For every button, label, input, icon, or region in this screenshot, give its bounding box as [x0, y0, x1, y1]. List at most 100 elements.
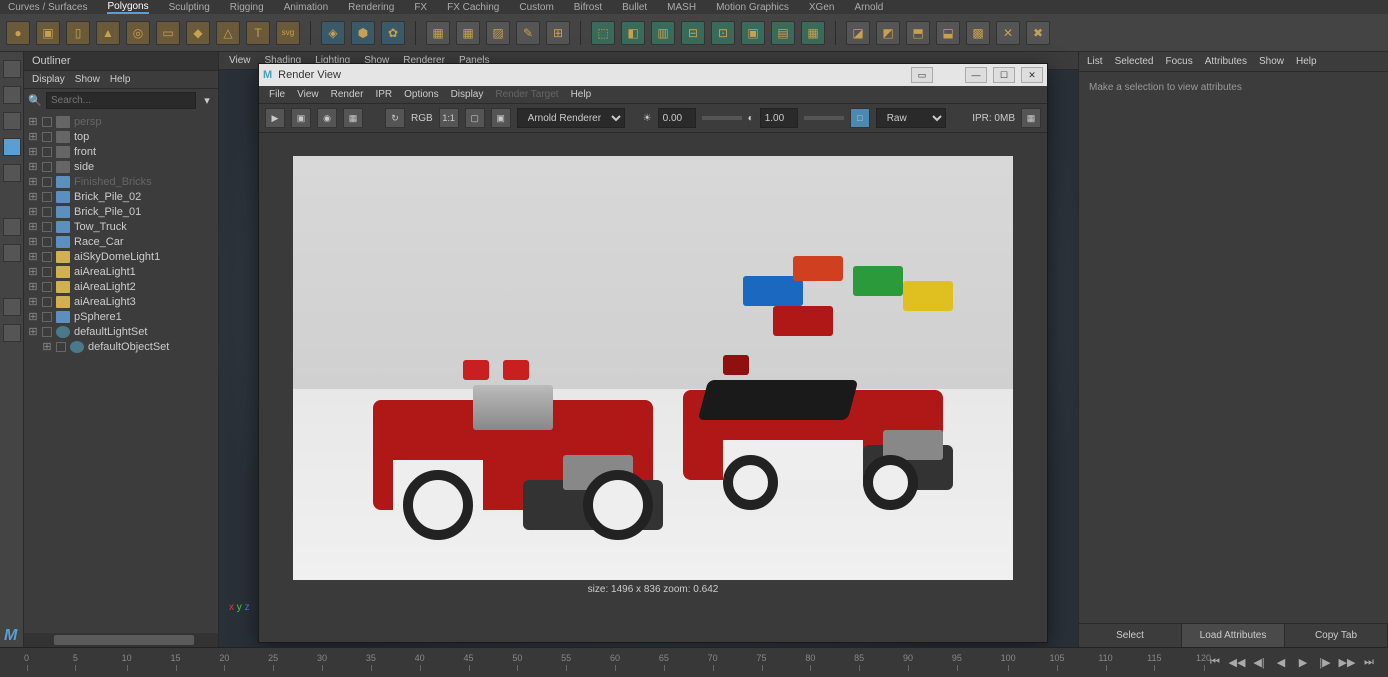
render-menu-item[interactable]: Render: [331, 89, 364, 100]
shelf-icon-bevel[interactable]: ◧: [621, 21, 645, 45]
shelf-tab[interactable]: Rigging: [230, 2, 264, 13]
shelf-icon-bool2[interactable]: ◩: [876, 21, 900, 45]
shelf-tab[interactable]: Motion Graphics: [716, 2, 789, 13]
maximize-button[interactable]: ☐: [993, 67, 1015, 83]
shelf-icon-bool3[interactable]: ⬒: [906, 21, 930, 45]
attr-tab[interactable]: Select: [1079, 624, 1182, 647]
shelf-icon-cylinder[interactable]: ▯: [66, 21, 90, 45]
outliner-item[interactable]: ⊞side: [28, 159, 214, 174]
shelf-icon-cone[interactable]: ▲: [96, 21, 120, 45]
move-tool[interactable]: [3, 112, 21, 130]
shelf-tab[interactable]: Sculpting: [169, 2, 210, 13]
outliner-item[interactable]: ⊞Race_Car: [28, 234, 214, 249]
shelf-icon-mirror[interactable]: ▤: [771, 21, 795, 45]
attr-menu-item[interactable]: List: [1087, 56, 1103, 67]
shelf-icon-connect[interactable]: ⊞: [546, 21, 570, 45]
tool-b[interactable]: [3, 244, 21, 262]
ratio-button[interactable]: 1:1: [439, 108, 459, 128]
step-fwd-button[interactable]: ▶▶: [1338, 654, 1356, 672]
shelf-tab[interactable]: Animation: [284, 2, 328, 13]
play-fwd-button[interactable]: ▶: [1294, 654, 1312, 672]
ipr-stop-button[interactable]: ▦: [1021, 108, 1041, 128]
ipr-button[interactable]: ▦: [343, 108, 363, 128]
close-button[interactable]: ✕: [1021, 67, 1043, 83]
step-back-button[interactable]: ◀◀: [1228, 654, 1246, 672]
shelf-icon-separate[interactable]: ⊡: [711, 21, 735, 45]
exposure-slider[interactable]: [702, 116, 742, 120]
outliner-menu-item[interactable]: Display: [32, 74, 65, 85]
shelf-tab[interactable]: Polygons: [107, 1, 148, 14]
shelf-icon-bool4[interactable]: ⬓: [936, 21, 960, 45]
render-menu-item[interactable]: File: [269, 89, 285, 100]
shelf-icon-type[interactable]: T: [246, 21, 270, 45]
refresh-button[interactable]: ↻: [385, 108, 405, 128]
tool-a[interactable]: [3, 218, 21, 236]
shelf-icon-svg[interactable]: svg: [276, 21, 300, 45]
shelf-icon-smooth[interactable]: ▦: [801, 21, 825, 45]
render-button[interactable]: ▶: [265, 108, 285, 128]
outliner-item[interactable]: ⊞aiAreaLight2: [28, 279, 214, 294]
shelf-icon-combine[interactable]: ⊟: [681, 21, 705, 45]
gamma-input[interactable]: [760, 108, 798, 128]
outliner-item[interactable]: ⊞defaultLightSet: [28, 324, 214, 339]
shelf-icon-gear[interactable]: ✿: [381, 21, 405, 45]
scale-tool[interactable]: [3, 164, 21, 182]
go-end-button[interactable]: ⏭: [1360, 654, 1378, 672]
shelf-tab[interactable]: Arnold: [854, 2, 883, 13]
shelf-tab[interactable]: FX: [414, 2, 427, 13]
keep-image-button[interactable]: ▢: [465, 108, 485, 128]
dropdown-icon[interactable]: ▾: [199, 92, 215, 108]
lasso-tool[interactable]: [3, 86, 21, 104]
shelf-tab[interactable]: FX Caching: [447, 2, 499, 13]
outliner-item[interactable]: ⊞persp: [28, 114, 214, 129]
dock-button[interactable]: ▭: [911, 67, 933, 83]
shelf-icon-pyramid[interactable]: △: [216, 21, 240, 45]
shelf-icon-cube[interactable]: ▣: [36, 21, 60, 45]
attr-menu-item[interactable]: Attributes: [1205, 56, 1247, 67]
attr-menu-item[interactable]: Selected: [1115, 56, 1154, 67]
shelf-tab[interactable]: XGen: [809, 2, 835, 13]
outliner-item[interactable]: ⊞top: [28, 129, 214, 144]
viewport-menu-item[interactable]: View: [229, 55, 251, 66]
shelf-icon-prism[interactable]: ⬢: [351, 21, 375, 45]
play-back-button[interactable]: ◀: [1272, 654, 1290, 672]
shelf-tab[interactable]: MASH: [667, 2, 696, 13]
shelf-tab[interactable]: Curves / Surfaces: [8, 2, 87, 13]
shelf-icon-bridge[interactable]: ▥: [651, 21, 675, 45]
render-menu-item[interactable]: Options: [404, 89, 438, 100]
next-key-button[interactable]: |▶: [1316, 654, 1334, 672]
shelf-tab[interactable]: Bullet: [622, 2, 647, 13]
shelf-icon-torus[interactable]: ◎: [126, 21, 150, 45]
shelf-icon-grid1[interactable]: ▦: [426, 21, 450, 45]
minimize-button[interactable]: —: [965, 67, 987, 83]
shelf-icon-sphere[interactable]: ●: [6, 21, 30, 45]
shelf-tab[interactable]: Bifrost: [574, 2, 602, 13]
render-menu-item[interactable]: Render Target: [495, 89, 558, 100]
outliner-item[interactable]: ⊞Finished_Bricks: [28, 174, 214, 189]
shelf-tab[interactable]: Rendering: [348, 2, 394, 13]
shelf-tab[interactable]: Custom: [519, 2, 553, 13]
outliner-search-input[interactable]: [46, 92, 196, 109]
shelf-icon-extrude[interactable]: ⬚: [591, 21, 615, 45]
rotate-tool[interactable]: [3, 138, 21, 156]
shelf-icon-sculpt2[interactable]: ✖: [1026, 21, 1050, 45]
outliner-item[interactable]: ⊞Brick_Pile_02: [28, 189, 214, 204]
exposure-input[interactable]: [658, 108, 696, 128]
shelf-icon-grid3[interactable]: ▨: [486, 21, 510, 45]
outliner-item[interactable]: ⊞defaultObjectSet: [28, 339, 214, 354]
shelf-icon-platonic[interactable]: ◈: [321, 21, 345, 45]
shelf-icon-bool1[interactable]: ◪: [846, 21, 870, 45]
outliner-item[interactable]: ⊞Tow_Truck: [28, 219, 214, 234]
shelf-icon-knife[interactable]: ✎: [516, 21, 540, 45]
render-menu-item[interactable]: Help: [571, 89, 592, 100]
render-view-titlebar[interactable]: M Render View ▭ — ☐ ✕: [259, 64, 1047, 86]
snapshot-button[interactable]: ◉: [317, 108, 337, 128]
remove-image-button[interactable]: ▣: [491, 108, 511, 128]
shelf-icon-grid2[interactable]: ▦: [456, 21, 480, 45]
outliner-item[interactable]: ⊞pSphere1: [28, 309, 214, 324]
layout-four[interactable]: [3, 324, 21, 342]
outliner-menu-item[interactable]: Show: [75, 74, 100, 85]
outliner-item[interactable]: ⊞Brick_Pile_01: [28, 204, 214, 219]
attr-menu-item[interactable]: Show: [1259, 56, 1284, 67]
renderer-select[interactable]: Arnold Renderer: [517, 108, 625, 128]
